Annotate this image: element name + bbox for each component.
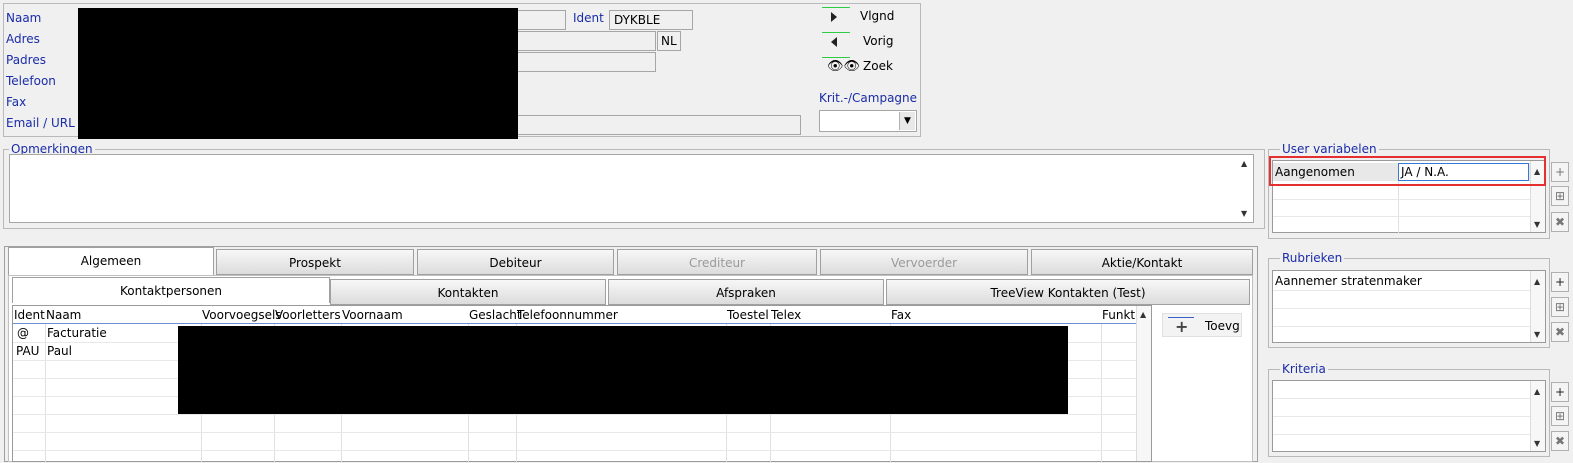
opmerkingen-textarea[interactable] [9,154,1254,223]
col-voorletters[interactable]: Voorletters [275,308,341,322]
rubrieken-grid[interactable]: Aannemer stratenmaker ▲ ▼ [1272,270,1546,343]
add-contact-label: Toevg [1205,319,1240,333]
label-telefoon: Telefoon [6,74,56,88]
col-telefoonnummer[interactable]: Telefoonnummer [517,308,618,322]
tab-aktie-kontakt[interactable]: Aktie/Kontakt [1031,249,1253,275]
krit-label: Krit.-/Campagne [819,91,918,105]
tab-crediteur[interactable]: Crediteur [617,249,817,275]
add-contact-button[interactable]: + Toevg [1162,313,1242,337]
grid-line [13,414,1137,415]
scroll-down-icon[interactable]: ▼ [1534,220,1540,229]
scroll-up-icon[interactable]: ▲ [1534,387,1540,396]
grid-line [13,432,1137,433]
redacted-area [78,8,518,139]
rubrieken-title: Rubrieken [1280,251,1345,265]
country-code-field[interactable]: NL [657,31,681,51]
insert-variable-button[interactable]: ⊞ [1551,186,1569,206]
tab-prospekt[interactable]: Prospekt [216,249,414,275]
search-label: Zoek [863,59,893,73]
tab-debiteur[interactable]: Debiteur [417,249,614,275]
tab-treeview-kontakten[interactable]: TreeView Kontakten (Test) [886,279,1250,305]
search-line [822,57,850,58]
col-geslacht[interactable]: Geslacht [469,308,522,322]
redacted-area [178,326,1068,414]
next-line [822,7,850,8]
delete-rubriek-button[interactable]: ✖ [1551,322,1569,342]
label-padres: Padres [6,53,46,67]
next-icon [831,12,837,22]
chevron-down-icon[interactable]: ▼ [899,112,915,130]
prev-icon [831,37,837,47]
col-funktie[interactable]: Funktie [1102,308,1137,322]
grid-line [1273,326,1531,327]
grid-line [1273,216,1531,217]
row-ident: @ [17,326,29,340]
delete-kriterium-button[interactable]: ✖ [1551,431,1569,451]
kriteria-scrollbar[interactable]: ▲ ▼ [1530,381,1545,451]
col-toestel[interactable]: Toestel [727,308,769,322]
label-email: Email / URL [6,116,75,130]
prev-button[interactable]: Vorig [820,32,900,54]
prev-label: Vorig [863,34,894,48]
user-variabelen-title: User variabelen [1280,142,1379,156]
col-fax[interactable]: Fax [891,308,911,322]
col-telex[interactable]: Telex [771,308,801,322]
add-kriterium-button[interactable]: + [1551,382,1569,402]
scroll-down-icon[interactable]: ▼ [1534,439,1540,448]
add-rubriek-button[interactable]: + [1551,272,1569,292]
add-variable-button[interactable]: + [1551,162,1569,182]
highlight-box [1269,156,1546,186]
col-ident[interactable]: Ident [14,308,45,322]
kriteria-grid[interactable]: ▲ ▼ [1272,380,1546,452]
label-naam: Naam [6,11,42,25]
tab-afspraken[interactable]: Afspraken [608,279,884,305]
scroll-down-icon[interactable]: ▼ [1534,330,1540,339]
tab-kontakten[interactable]: Kontakten [330,279,606,305]
tab-vervoerder[interactable]: Vervoerder [820,249,1028,275]
kriteria-title: Kriteria [1280,362,1328,376]
binoculars-icon: 👁👁 [827,59,861,74]
grid-line [1273,398,1531,399]
contacts-table[interactable]: Ident Naam Voorvoegsels Voorletters Voor… [12,305,1152,463]
prev-line [822,32,850,33]
opmerkingen-scrollbar[interactable]: ▲ ▼ [1238,155,1253,222]
scroll-up-icon[interactable]: ▲ [1241,159,1247,168]
grid-line [1273,308,1531,309]
ident-field[interactable]: DYKBLE [609,10,693,30]
label-adres: Adres [6,32,40,46]
scroll-up-icon[interactable]: ▲ [1140,310,1146,319]
grid-line [1273,416,1531,417]
rubrieken-scrollbar[interactable]: ▲ ▼ [1530,271,1545,342]
plus-icon: + [1175,317,1189,336]
col-voorvoegsels[interactable]: Voorvoegsels [202,308,282,322]
search-button[interactable]: 👁👁 Zoek [820,57,900,79]
col-naam[interactable]: Naam [46,308,81,322]
tab-algemeen[interactable]: Algemeen [8,247,214,275]
row-naam: Facturatie [47,326,107,340]
table-header: Ident Naam Voorvoegsels Voorletters Voor… [13,306,1137,324]
col-voornaam[interactable]: Voornaam [342,308,403,322]
label-ident: Ident [573,11,604,25]
grid-line [1273,199,1531,200]
insert-kriterium-button[interactable]: ⊞ [1551,406,1569,426]
grid-line [13,450,1137,451]
scroll-down-icon[interactable]: ▼ [1241,209,1247,218]
insert-rubriek-button[interactable]: ⊞ [1551,297,1569,317]
krit-dropdown[interactable]: ▼ [819,110,917,132]
grid-line [1273,434,1531,435]
rubriek-label: Aannemer stratenmaker [1275,274,1422,288]
contacts-scrollbar[interactable]: ▲ [1136,306,1151,461]
grid-line [1273,290,1531,291]
label-fax: Fax [6,95,27,109]
row-naam: Paul [47,344,72,358]
next-button[interactable]: Vlgnd [820,7,900,29]
delete-variable-button[interactable]: ✖ [1551,212,1569,232]
table-row[interactable]: Aannemer stratenmaker [1273,271,1531,289]
row-ident: PAU [16,344,40,358]
next-label: Vlgnd [860,9,895,23]
tab-kontaktpersonen[interactable]: Kontaktpersonen [12,277,330,303]
scroll-up-icon[interactable]: ▲ [1534,277,1540,286]
grid-line [1398,181,1399,234]
